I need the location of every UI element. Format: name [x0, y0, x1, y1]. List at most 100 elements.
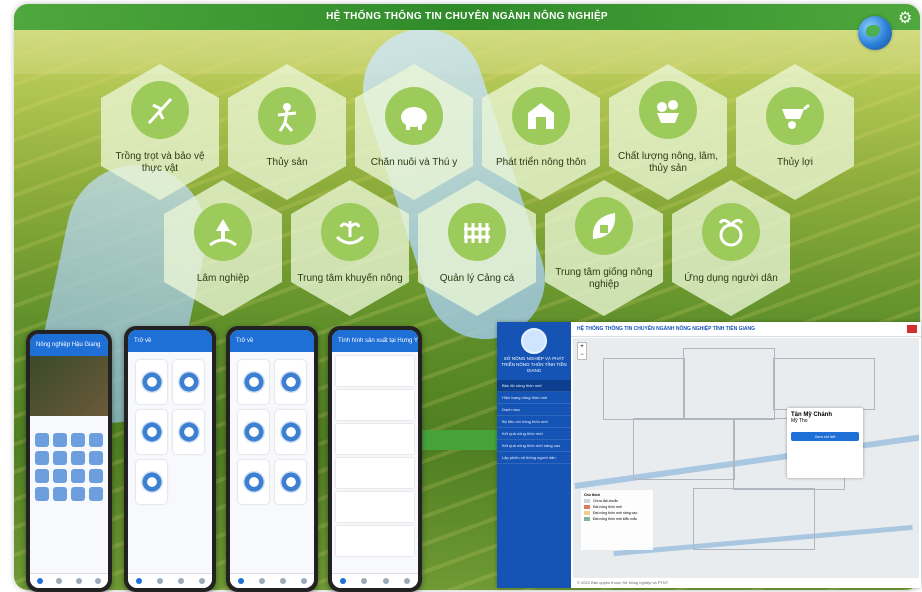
list-item[interactable]: [336, 492, 414, 522]
phone-header: Nông nghiệp Hậu Giang: [30, 334, 108, 356]
app-icon[interactable]: [89, 433, 103, 447]
tile-label: Lâm nghiệp: [196, 273, 250, 284]
leaf-house-icon: [575, 197, 633, 255]
fruit-basket-icon: [639, 81, 697, 139]
home-icon[interactable]: [135, 578, 142, 584]
bell-icon[interactable]: [156, 578, 163, 584]
menu-card[interactable]: [238, 460, 269, 504]
web-dashboard: SỞ NÔNG NGHIỆP VÀ PHÁT TRIỂN NÔNG THÔN T…: [497, 322, 921, 588]
web-footer: © 2022 Bản quyền thuộc Sở Nông nghiệp và…: [577, 580, 669, 585]
sidebar-item[interactable]: Bộ tiêu chí nông thôn mới: [497, 416, 571, 428]
settings-icon[interactable]: [177, 578, 184, 584]
map-popup: Tân Mỹ Chánh Mỹ Tho Xem chi tiết: [787, 408, 863, 478]
app-icon[interactable]: [35, 487, 49, 501]
list-item[interactable]: [336, 390, 414, 420]
gear-icon[interactable]: ⚙: [898, 8, 912, 28]
sidebar-item[interactable]: Bản đồ nông thôn mới: [497, 380, 571, 392]
phone-list: Tình hình sản xuất tại Hưng Yên: [328, 326, 422, 592]
zoom-control[interactable]: + −: [577, 342, 587, 360]
legend-item: Đạt nông thôn mới nâng cao: [593, 511, 638, 515]
sidebar-title: SỞ NÔNG NGHIỆP VÀ PHÁT TRIỂN NÔNG THÔN T…: [501, 356, 567, 373]
popup-subtitle: Mỹ Tho: [791, 418, 808, 424]
menu-card[interactable]: [275, 410, 306, 454]
list-item[interactable]: [336, 458, 414, 488]
app-icon[interactable]: [89, 469, 103, 483]
settings-icon[interactable]: [75, 578, 82, 584]
menu-card[interactable]: [136, 460, 167, 504]
menu-card[interactable]: [238, 360, 269, 404]
tile-label: Phát triển nông thôn: [495, 157, 587, 168]
app-icon[interactable]: [35, 469, 49, 483]
tab-bar: [30, 573, 108, 588]
sidebar-item[interactable]: Kết quả nông thôn mới: [497, 428, 571, 440]
tab-bar: [128, 573, 212, 588]
app-icon[interactable]: [53, 487, 67, 501]
sidebar-item[interactable]: Danh mục: [497, 404, 571, 416]
detail-button[interactable]: Xem chi tiết: [791, 432, 859, 441]
hands-plant-icon: [321, 203, 379, 261]
tile-label: Quản lý Cảng cá: [439, 273, 515, 284]
wheelbarrow-icon: [766, 87, 824, 145]
tab-bar: [332, 573, 418, 588]
menu-card[interactable]: [238, 410, 269, 454]
user-icon[interactable]: [404, 578, 411, 584]
card-grid: [128, 352, 212, 512]
back-button[interactable]: Trở về: [230, 330, 314, 352]
flag-icon[interactable]: [907, 325, 917, 333]
bell-icon[interactable]: [258, 578, 265, 584]
home-icon[interactable]: [339, 578, 346, 584]
list-item[interactable]: [336, 424, 414, 454]
app-icon[interactable]: [35, 433, 49, 447]
app-grid: [30, 428, 108, 506]
back-button[interactable]: Trở về: [128, 330, 212, 352]
app-icon[interactable]: [71, 487, 85, 501]
web-sidebar: SỞ NÔNG NGHIỆP VÀ PHÁT TRIỂN NÔNG THÔN T…: [497, 322, 571, 588]
settings-icon[interactable]: [279, 578, 286, 584]
menu-card[interactable]: [136, 410, 167, 454]
settings-icon[interactable]: [382, 578, 389, 584]
app-icon[interactable]: [35, 451, 49, 465]
tile-label: Ứng dụng người dân: [684, 273, 778, 284]
app-icon[interactable]: [71, 433, 85, 447]
user-icon[interactable]: [300, 578, 307, 584]
tile-label: Chất lượng nông, lâm, thủy sản: [618, 151, 718, 174]
sidebar-item[interactable]: Hiện trạng nông thôn mới: [497, 392, 571, 404]
app-icon[interactable]: [89, 487, 103, 501]
bell-icon[interactable]: [361, 578, 368, 584]
user-icon[interactable]: [198, 578, 205, 584]
menu-card[interactable]: [173, 410, 204, 454]
map[interactable]: + − Tân Mỹ Chánh Mỹ Tho Xem chi tiết Chú …: [573, 338, 919, 578]
app-icon[interactable]: [53, 433, 67, 447]
app-icon[interactable]: [89, 451, 103, 465]
page-title: HỆ THỐNG THÔNG TIN CHUYÊN NGÀNH NÔNG NGH…: [14, 4, 920, 30]
web-header: HỆ THỐNG THÔNG TIN CHUYÊN NGÀNH NÔNG NGH…: [571, 322, 921, 337]
list-item[interactable]: [336, 356, 414, 386]
globe-icon[interactable]: [858, 16, 892, 50]
legend-title: Chú thích: [584, 493, 601, 497]
list-item[interactable]: [336, 526, 414, 556]
bell-icon[interactable]: [56, 578, 63, 584]
menu-card[interactable]: [275, 460, 306, 504]
app-icon[interactable]: [71, 451, 85, 465]
fishing-icon: [258, 87, 316, 145]
sidebar-item[interactable]: Kết quả nông thôn mới nâng cao: [497, 440, 571, 452]
region: [603, 358, 685, 420]
home-icon[interactable]: [36, 578, 43, 584]
home-icon[interactable]: [237, 578, 244, 584]
tile-label: Trồng trọt và bảo vệ thực vật: [115, 151, 205, 174]
menu-card[interactable]: [136, 360, 167, 404]
web-title: HỆ THỐNG THÔNG TIN CHUYÊN NGÀNH NÔNG NGH…: [577, 326, 755, 332]
plant-protection-icon: [131, 81, 189, 139]
fence-icon: [448, 203, 506, 261]
app-icon[interactable]: [71, 469, 85, 483]
pig-icon: [385, 87, 443, 145]
app-icon[interactable]: [53, 451, 67, 465]
legend-item: Chưa đạt chuẩn: [593, 499, 619, 503]
user-icon[interactable]: [95, 578, 102, 584]
app-icon[interactable]: [53, 469, 67, 483]
globe-plant-icon: [702, 203, 760, 261]
menu-card[interactable]: [275, 360, 306, 404]
menu-card[interactable]: [173, 360, 204, 404]
sidebar-item[interactable]: Lập phiếu xã thông người dân: [497, 452, 571, 464]
region: [773, 358, 875, 410]
